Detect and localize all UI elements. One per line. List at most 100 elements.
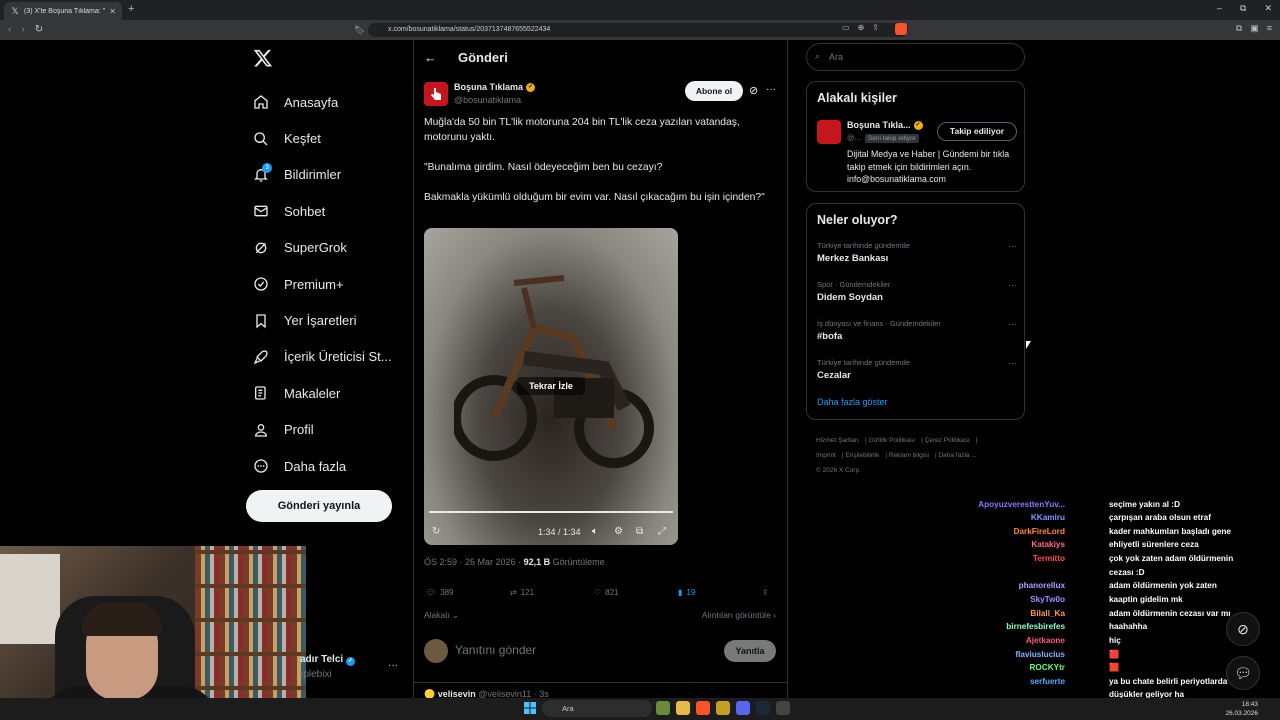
share-icon: ⇪	[762, 588, 769, 597]
reply-action[interactable]: 💬︎ 389	[426, 588, 454, 597]
nav-explore[interactable]: Keşfet	[252, 120, 392, 156]
tab-title: (3) X'te Boşuna Tıklama: "Muğla...	[24, 7, 106, 15]
trend-more-icon[interactable]: ···	[1008, 280, 1017, 290]
brave-icon[interactable]	[696, 701, 710, 715]
chat-text: ehliyetli sürenlere ceza	[1109, 540, 1199, 549]
app-icon[interactable]	[716, 701, 730, 715]
windows-start-icon[interactable]	[524, 702, 536, 714]
zoom-icon[interactable]: ⊕	[858, 23, 865, 32]
reload-icon[interactable]: ↻	[35, 24, 43, 35]
chat-username: KKamiru	[1030, 513, 1065, 522]
search-input[interactable]: Ara	[806, 43, 1025, 71]
trend-item[interactable]: Türkiye tarihinde gündemde Merkez Bankas…	[817, 241, 1017, 264]
trend-item[interactable]: İş dünyası ve finans · Gündemdekiler #bo…	[817, 319, 1017, 342]
reader-icon[interactable]: ▭	[842, 23, 850, 32]
nav-premium[interactable]: Premium+	[252, 266, 392, 302]
show-more-link[interactable]: Daha fazla göster	[817, 397, 888, 407]
brave-shield-icon[interactable]	[895, 23, 907, 35]
follows-you-badge: Seni takip ediyor	[864, 134, 919, 143]
menu-icon[interactable]: ≡	[1267, 23, 1272, 34]
like-action[interactable]: ♡ 821	[594, 588, 619, 597]
x-logo-icon[interactable]	[253, 48, 273, 68]
trend-item[interactable]: Türkiye tarihinde gündemde Cezalar ···	[817, 358, 1017, 381]
footer-link[interactable]: Erişilebilirlik	[845, 452, 879, 459]
new-tab-button[interactable]: +	[128, 3, 134, 15]
chat-username: Bilall_Ka	[1030, 609, 1065, 618]
footer-link[interactable]: Çerez Politikası	[925, 437, 970, 444]
reply-input[interactable]: Yanıtını gönder	[455, 643, 536, 657]
share-action[interactable]: ⇪	[762, 588, 769, 597]
url-field[interactable]: x.com/bosunatiklama/status/2037137487655…	[368, 23, 908, 37]
bookmark-action[interactable]: ▮ 19	[678, 588, 695, 597]
footer-link[interactable]: Imprint	[816, 452, 836, 459]
nav-creator-studio[interactable]: İçerik Üreticisi St...	[252, 339, 392, 375]
author-avatar[interactable]	[424, 82, 448, 106]
maximize-button[interactable]: ⧉	[1240, 3, 1246, 14]
following-button[interactable]: Takip ediliyor	[937, 122, 1017, 141]
browser-tab[interactable]: 𝕏 (3) X'te Boşuna Tıklama: "Muğla... ✕	[4, 2, 122, 20]
trend-more-icon[interactable]: ···	[1008, 319, 1017, 329]
views-label: Görüntüleme	[550, 557, 605, 567]
chat-username: birnefesbirefes	[1006, 622, 1065, 631]
post-button[interactable]: Gönderi yayınla	[246, 490, 392, 522]
view-quotes-link[interactable]: Alıntıları görüntüle ›	[702, 610, 776, 620]
account-more-icon[interactable]: ···	[388, 660, 398, 671]
repost-action[interactable]: ⇄ 121	[510, 588, 534, 597]
post-more-icon[interactable]: ···	[766, 84, 776, 95]
nav-messages[interactable]: Sohbet	[252, 193, 392, 229]
fullscreen-icon[interactable]: ⤢	[658, 526, 666, 537]
nav-articles[interactable]: Makaleler	[252, 375, 392, 411]
settings-icon[interactable]: ⚙︎	[614, 526, 623, 537]
replay-icon[interactable]: ↻	[432, 526, 440, 537]
steam-icon[interactable]	[756, 701, 770, 715]
nav-label: Yer İşaretleri	[284, 313, 357, 329]
nav-supergrok[interactable]: SuperGrok	[252, 230, 392, 266]
pip-icon[interactable]: ⧉	[636, 526, 643, 537]
grok-explain-icon[interactable]: ⊘	[749, 84, 758, 97]
volume-icon[interactable]: 🔈︎	[592, 526, 598, 537]
sidebar-icon[interactable]: ▣	[1250, 23, 1259, 34]
taskbar-search[interactable]: Ara	[542, 700, 652, 717]
replay-button[interactable]: Tekrar İzle	[517, 377, 585, 395]
forward-icon[interactable]: ›	[21, 24, 24, 35]
trend-more-icon[interactable]: ···	[1008, 241, 1017, 251]
nav-home[interactable]: Anasayfa	[252, 84, 392, 120]
chat-message: SkyTw0o kaaptin gidelim mk	[960, 595, 1280, 609]
footer-link[interactable]: Gizlilik Politikası	[868, 437, 915, 444]
extensions-icon[interactable]: ⧉	[1236, 23, 1242, 34]
author-info[interactable]: Boşuna Tıklama ✓ @bosunatiklama	[454, 82, 536, 105]
app-icon[interactable]	[656, 701, 670, 715]
address-bar-row: ‹ › ↻ 🔖︎ x.com/bosunatiklama/status/2037…	[0, 20, 1280, 40]
folder-icon[interactable]	[676, 701, 690, 715]
relevant-people-card: Alakalı kişiler Boşuna Tıkla... ✓ @... Sen…	[806, 81, 1025, 192]
footer-link[interactable]: Daha fazla ...	[938, 452, 976, 459]
trend-more-icon[interactable]: ···	[1008, 358, 1017, 368]
sort-relevant-dropdown[interactable]: Alakalı ⌄	[424, 610, 459, 621]
messages-float-icon[interactable]: 💬︎	[1226, 656, 1260, 690]
relevant-handle: @... Seni takip ediyor	[847, 133, 919, 143]
share-icon[interactable]: ⇪	[872, 23, 879, 32]
bookmark-page-icon[interactable]: 🔖︎	[354, 25, 365, 36]
discord-icon[interactable]	[736, 701, 750, 715]
video-progress-bar[interactable]	[429, 511, 673, 513]
subscribe-button[interactable]: Abone ol	[685, 81, 743, 101]
account-switcher[interactable]: adır Telci ✓ rplebixi	[300, 654, 355, 680]
obs-icon[interactable]	[776, 701, 790, 715]
nav-profile[interactable]: Profil	[252, 412, 392, 448]
chat-text: kaaptin gidelim mk	[1109, 595, 1183, 604]
nav-label: İçerik Üreticisi St...	[284, 349, 392, 365]
tab-close-icon[interactable]: ✕	[109, 7, 116, 16]
reply-submit-button[interactable]: Yanıtla	[724, 640, 776, 662]
close-window-button[interactable]: ✕	[1264, 3, 1272, 14]
footer-link[interactable]: Reklam bilgisi	[889, 452, 929, 459]
nav-more[interactable]: Daha fazla	[252, 448, 392, 484]
minimize-button[interactable]: –	[1217, 3, 1222, 14]
nav-notifications[interactable]: 3 Bildirimler	[252, 157, 392, 193]
grok-float-icon[interactable]: ⊘	[1226, 612, 1260, 646]
footer-link[interactable]: Hizmet Şartları	[816, 437, 859, 444]
nav-bookmarks[interactable]: Yer İşaretleri	[252, 302, 392, 338]
back-arrow-icon[interactable]: ←	[424, 50, 437, 65]
chat-message: cezası :D	[960, 568, 1280, 582]
trend-item[interactable]: Spor · Gündemdekiler Didem Soydan ···	[817, 280, 1017, 303]
back-icon[interactable]: ‹	[8, 24, 11, 35]
